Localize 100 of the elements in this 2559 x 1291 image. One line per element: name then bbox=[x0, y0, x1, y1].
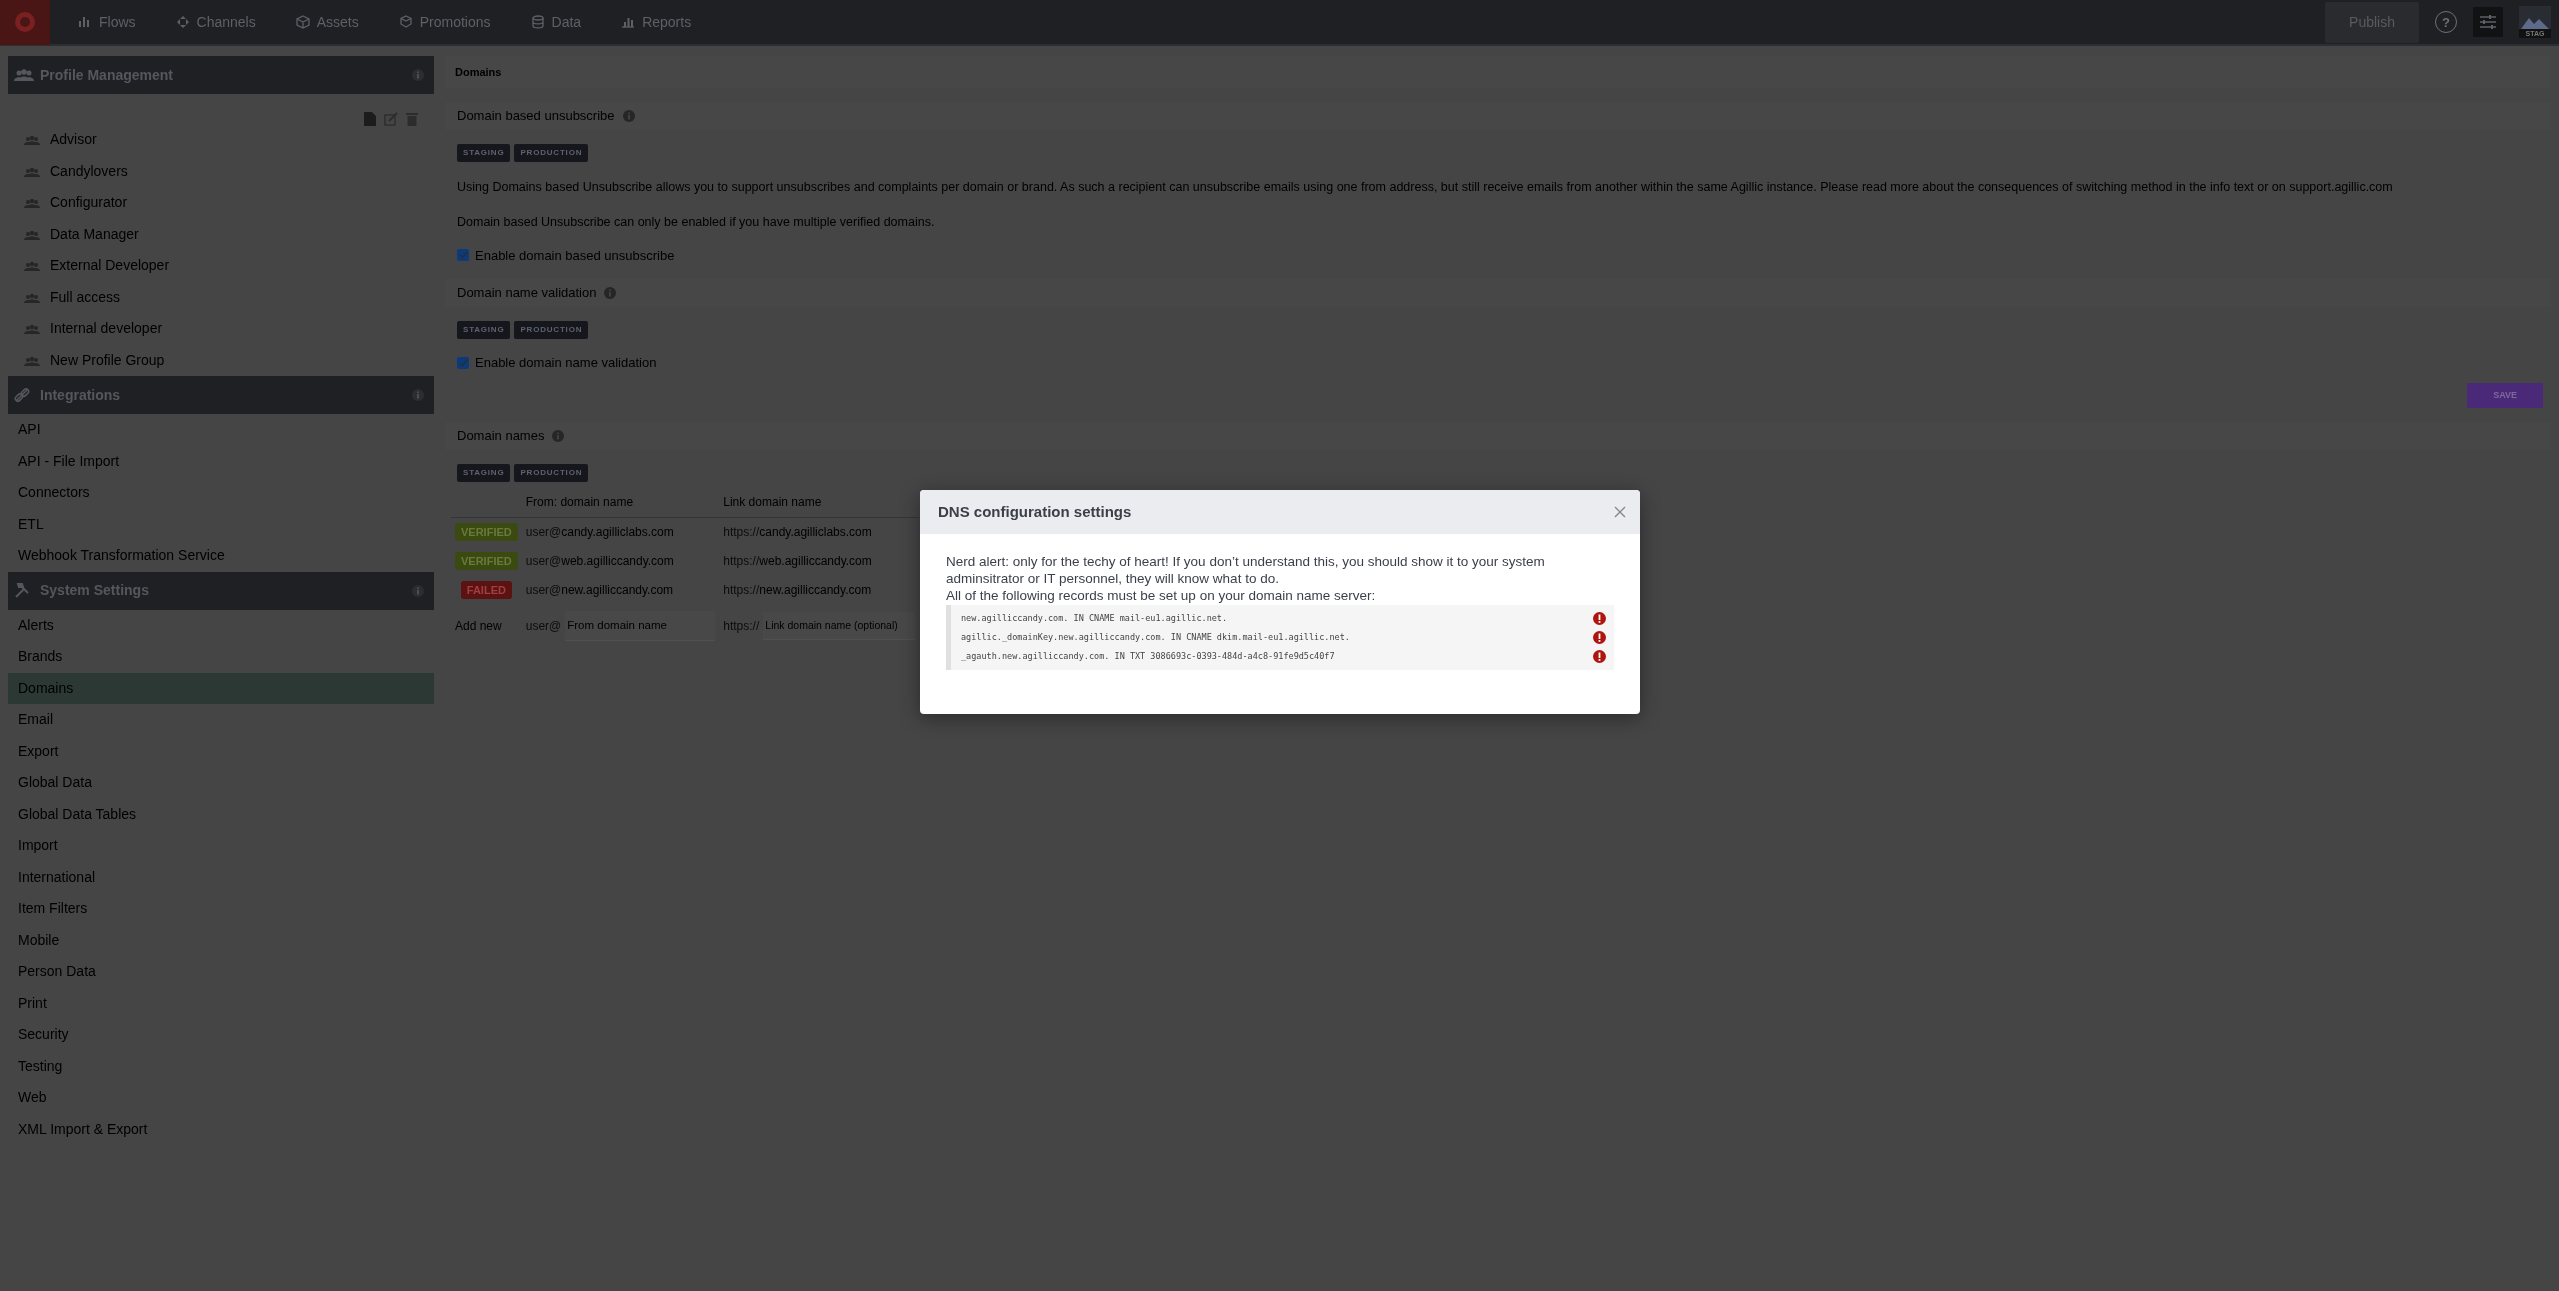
column-header: From: domain name bbox=[525, 495, 634, 510]
sidebar-item[interactable]: Internal developer bbox=[8, 313, 434, 345]
sidebar-item[interactable]: Webhook Transformation Service bbox=[8, 540, 434, 572]
add-new-label: Add new bbox=[454, 618, 503, 635]
status-badge: FAILED bbox=[460, 580, 512, 599]
cube-icon bbox=[295, 15, 310, 29]
dns-record: new.agilliccandy.com. IN CNAME mail-eu1.agillic.net. bbox=[961, 612, 1228, 624]
environment-tag: STAGING bbox=[457, 464, 511, 482]
sidebar-item[interactable]: International bbox=[8, 861, 434, 893]
sidebar-item[interactable]: Full access bbox=[8, 281, 434, 313]
environment-tag: STAGING bbox=[457, 144, 511, 162]
sidebar-item[interactable]: New Profile Group bbox=[8, 344, 434, 376]
database-icon bbox=[530, 15, 545, 29]
dialog-text: All of the following records must be set up on your domain name server: bbox=[946, 587, 1377, 605]
group-icon bbox=[24, 323, 40, 335]
settings-button[interactable] bbox=[2473, 7, 2503, 37]
description-text: Using Domains based Unsubscribe allows you to support unsubscribes and complaints per domain or brand. As such a recipient can unsubscribe emails using one from address, but still receive emails from another within the same Agillic instance. Please read more about the consequences of switching method in the info text or on support.agillic.com bbox=[457, 179, 2394, 196]
section-title: Integrations bbox=[40, 385, 121, 405]
section-title: Profile Management bbox=[40, 65, 174, 85]
sidebar-item[interactable]: API bbox=[8, 414, 434, 446]
info-icon[interactable] bbox=[622, 110, 635, 122]
document-icon[interactable] bbox=[364, 112, 376, 126]
sidebar-item[interactable]: Export bbox=[8, 735, 434, 767]
app-logo[interactable] bbox=[0, 0, 50, 45]
input-prefix: https:// bbox=[723, 618, 760, 635]
info-icon[interactable] bbox=[604, 287, 617, 299]
section-title: Domain based unsubscribe bbox=[457, 107, 615, 126]
checkbox-label: Enable domain name validation bbox=[475, 354, 657, 372]
logo-icon bbox=[14, 11, 36, 33]
info-icon[interactable] bbox=[412, 69, 424, 81]
nav-tab[interactable]: Reports bbox=[601, 0, 712, 45]
sidebar-item[interactable]: Mobile bbox=[8, 924, 434, 956]
sidebar-item[interactable]: Connectors bbox=[8, 477, 434, 509]
sidebar-item[interactable]: Import bbox=[8, 830, 434, 862]
close-icon bbox=[1614, 506, 1626, 518]
info-icon[interactable] bbox=[412, 389, 424, 401]
info-icon[interactable] bbox=[412, 584, 424, 597]
group-icon bbox=[24, 165, 40, 177]
sidebar-item[interactable]: Alerts bbox=[8, 609, 434, 641]
dns-record: _agauth.new.agilliccandy.com. IN TXT 3086693c-0393-484d-a4c8-91fe9d5c40f7 bbox=[961, 650, 1335, 662]
check-icon bbox=[458, 251, 468, 260]
sidebar-item[interactable]: XML Import & Export bbox=[8, 1113, 434, 1145]
bar-chart-icon bbox=[621, 15, 636, 29]
save-button[interactable]: SAVE bbox=[2467, 382, 2543, 408]
group-icon bbox=[24, 228, 40, 240]
nav-tab[interactable]: Flows bbox=[58, 0, 156, 45]
table-cell: user@candy.agilliclabs.com bbox=[525, 524, 674, 539]
table-cell: https://candy.agilliclabs.com bbox=[723, 524, 872, 539]
sidebar-item[interactable]: Candylovers bbox=[8, 155, 434, 187]
sidebar-item[interactable]: Email bbox=[8, 704, 434, 736]
dialog-text: Nerd alert: only for the techy of heart! If you don’t understand this, you should show it to your system adminsitrator or IT personnel, they will know what to do. bbox=[946, 554, 1546, 588]
group-icon bbox=[24, 134, 40, 146]
edit-icon[interactable] bbox=[384, 112, 398, 126]
input-prefix: user@ bbox=[525, 618, 562, 635]
table-cell: user@web.agilliccandy.com bbox=[525, 553, 674, 568]
sidebar-item[interactable]: Item Filters bbox=[8, 893, 434, 925]
group-icon bbox=[24, 260, 40, 272]
sidebar-item[interactable]: API - File Import bbox=[8, 445, 434, 477]
group-icon bbox=[24, 354, 40, 366]
group-icon bbox=[24, 291, 40, 303]
sidebar-item[interactable]: Global Data Tables bbox=[8, 798, 434, 830]
checkbox[interactable] bbox=[457, 356, 469, 369]
check-icon bbox=[458, 358, 468, 367]
sidebar-item[interactable]: Global Data bbox=[8, 767, 434, 799]
environment-tag: PRODUCTION bbox=[514, 464, 589, 482]
environment-tag: PRODUCTION bbox=[514, 144, 589, 162]
nav-tab[interactable]: Channels bbox=[155, 0, 276, 45]
sidebar-item[interactable]: Person Data bbox=[8, 956, 434, 988]
cubes-icon bbox=[398, 15, 413, 29]
arrows-icon bbox=[175, 15, 190, 29]
dialog-title: DNS configuration settings bbox=[938, 503, 1132, 521]
info-icon[interactable] bbox=[552, 430, 565, 442]
sidebar-item[interactable]: Print bbox=[8, 987, 434, 1019]
checkbox-label: Enable domain based unsubscribe bbox=[475, 246, 675, 265]
sliders-icon bbox=[2479, 14, 2497, 30]
sidebar-item[interactable]: Brands bbox=[8, 641, 434, 673]
flow-chart-icon bbox=[78, 15, 92, 29]
table-cell: user@new.agilliccandy.com bbox=[525, 582, 674, 597]
sidebar-item[interactable]: Security bbox=[8, 1019, 434, 1051]
nav-tab[interactable]: Assets bbox=[275, 0, 379, 45]
table-cell: https://new.agilliccandy.com bbox=[723, 582, 872, 597]
sidebar-item[interactable]: Testing bbox=[8, 1050, 434, 1082]
sidebar-item[interactable]: Web bbox=[8, 1082, 434, 1114]
nav-tab[interactable]: Promotions bbox=[378, 0, 511, 45]
group-icon bbox=[14, 67, 34, 83]
sidebar-item[interactable]: Advisor bbox=[8, 124, 434, 156]
description-text: Domain based Unsubscribe can only be enabled if you have multiple verified domains. bbox=[457, 213, 936, 231]
section-title: Domain names bbox=[457, 427, 545, 446]
sidebar-item[interactable]: External Developer bbox=[8, 250, 434, 282]
sidebar-item[interactable]: Configurator bbox=[8, 187, 434, 219]
checkbox[interactable] bbox=[457, 249, 469, 262]
dns-record: agillic._domainKey.new.agilliccandy.com. IN CNAME dkim.mail-eu1.agillic.net. bbox=[961, 631, 1350, 643]
sidebar-item[interactable]: Data Manager bbox=[8, 218, 434, 250]
table-cell: https://web.agilliccandy.com bbox=[723, 553, 872, 568]
sidebar-item[interactable]: ETL bbox=[8, 508, 434, 540]
group-icon bbox=[24, 197, 40, 209]
sidebar-item[interactable]: Domains bbox=[8, 672, 434, 704]
trash-icon[interactable] bbox=[406, 112, 418, 126]
nav-tab[interactable]: Data bbox=[510, 0, 602, 45]
close-button[interactable] bbox=[1614, 506, 1626, 518]
